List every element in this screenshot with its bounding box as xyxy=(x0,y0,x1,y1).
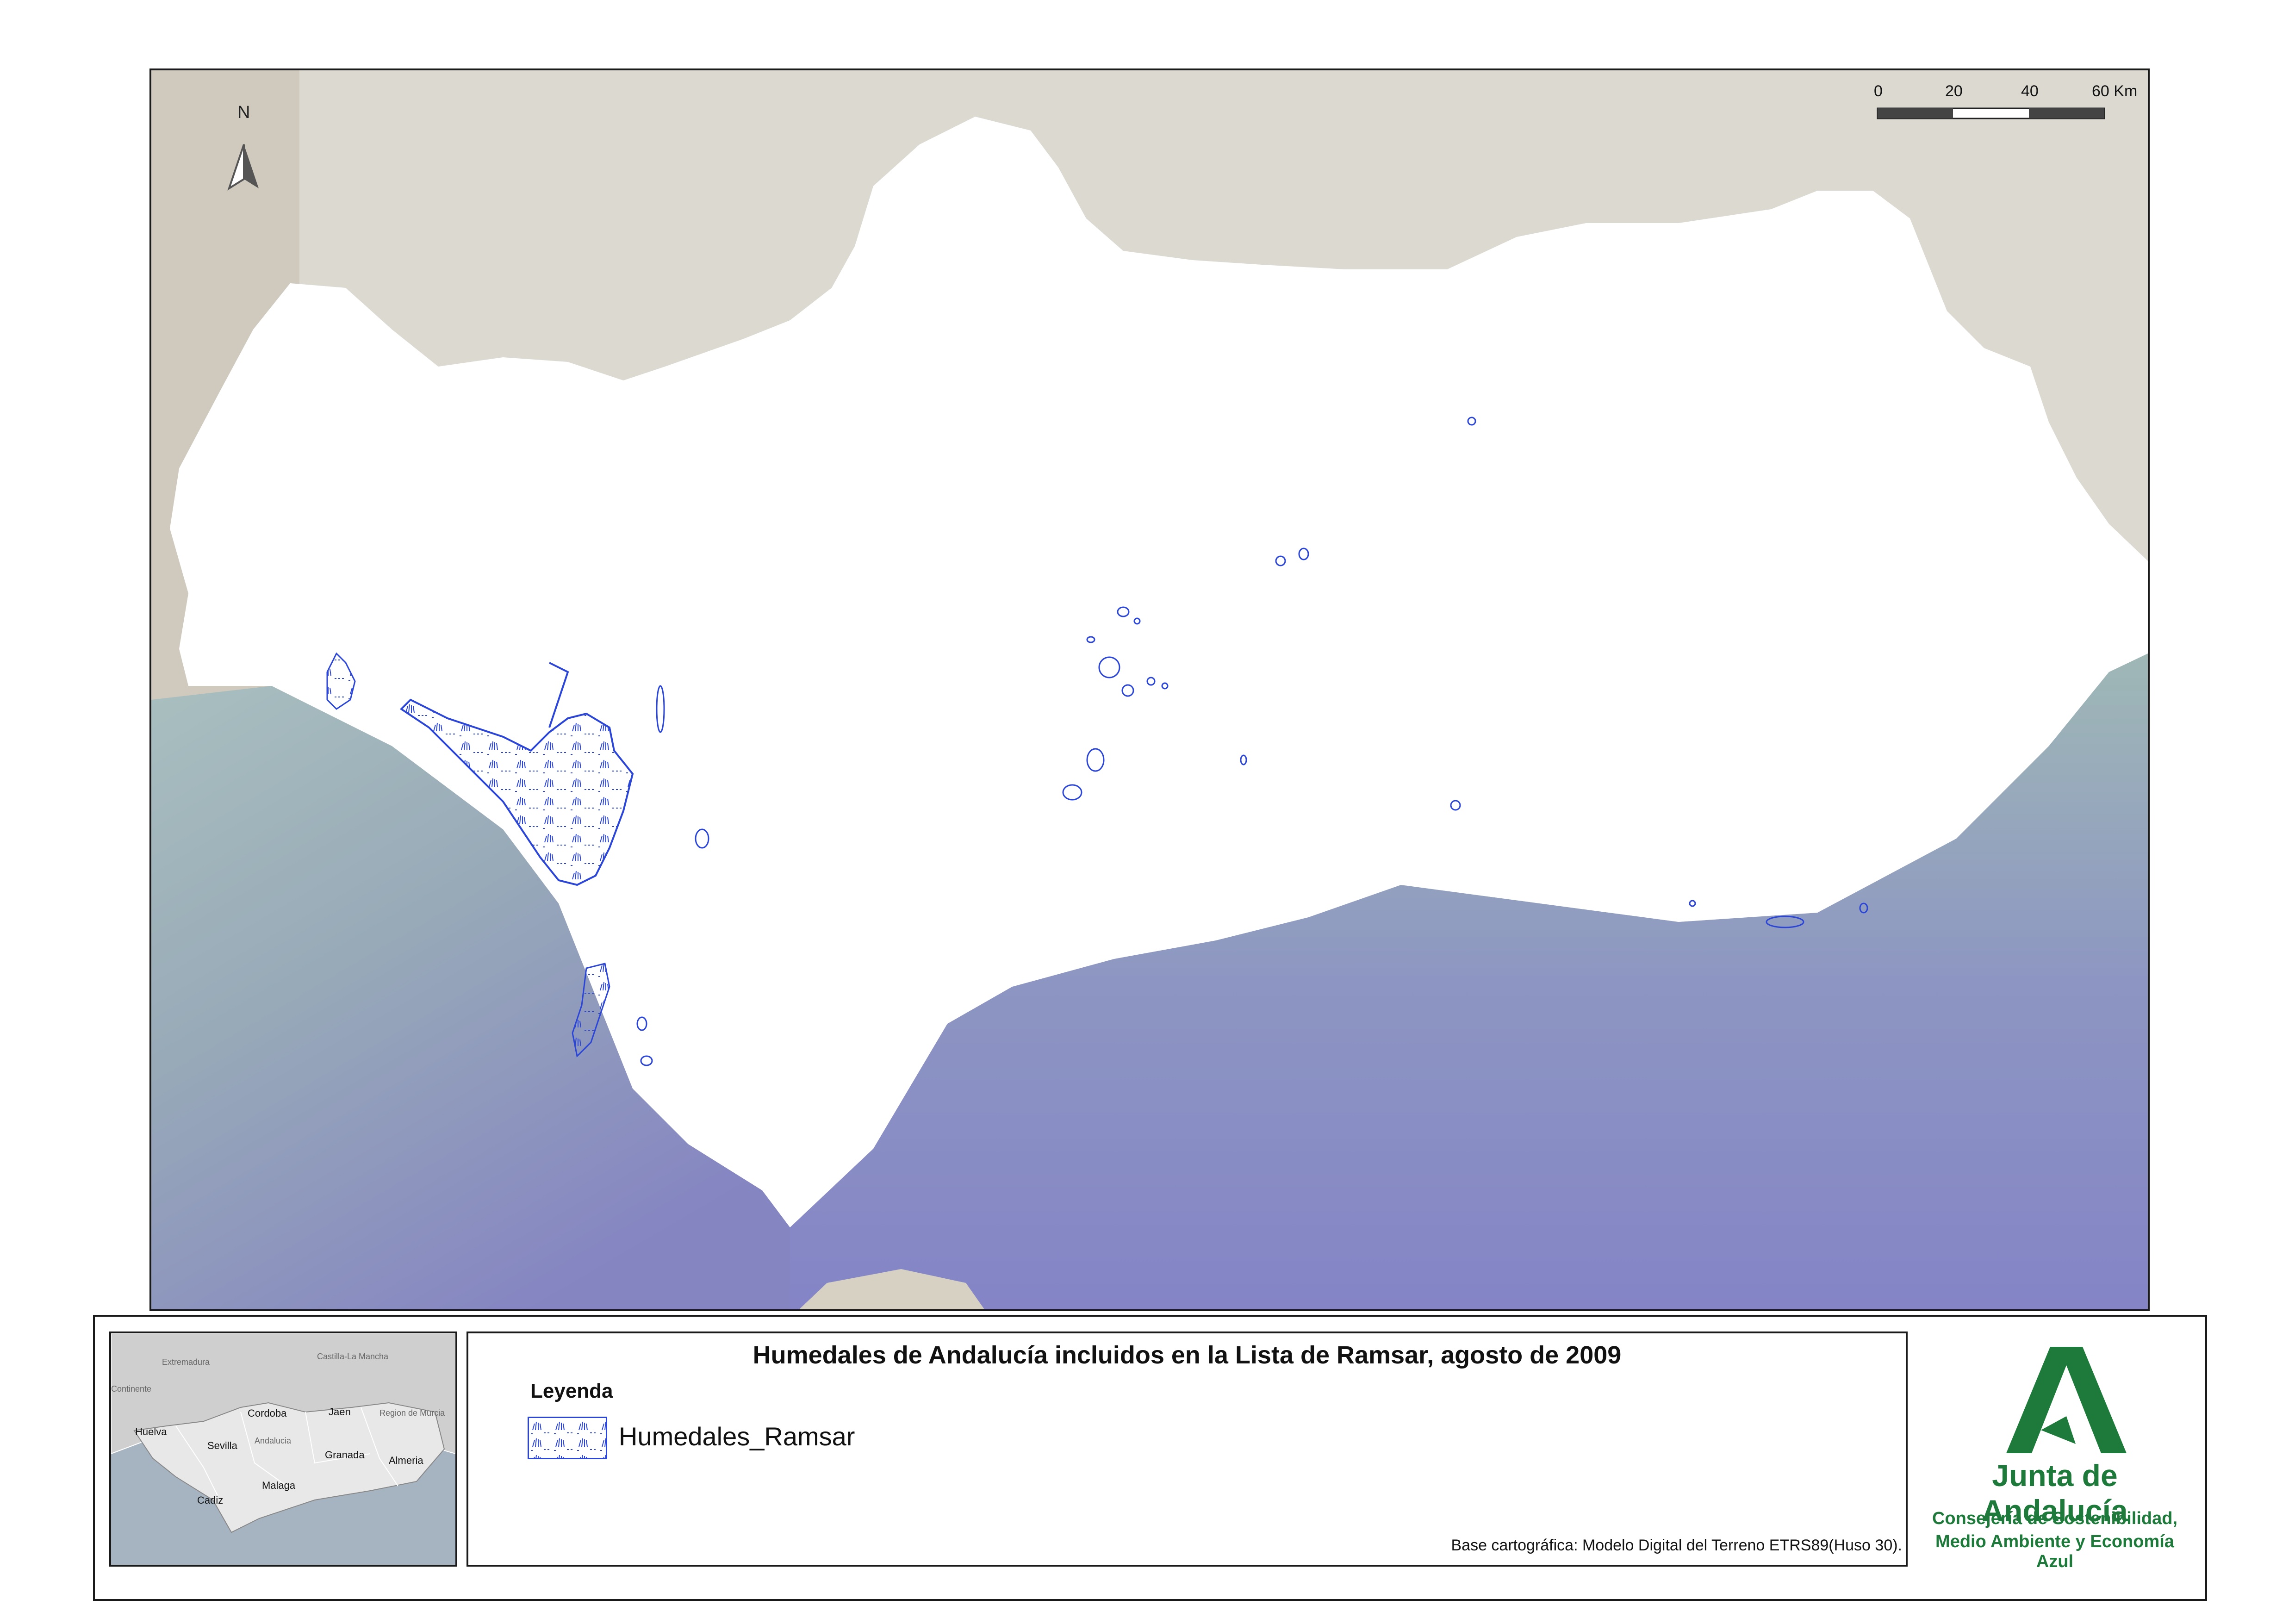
inset-label-sevilla: Sevilla xyxy=(207,1440,237,1451)
legend-label: Humedales_Ramsar xyxy=(619,1422,855,1451)
scale-label-60: 60 Km xyxy=(2092,82,2138,100)
inset-label-andalucia: Andalucia xyxy=(255,1436,292,1445)
wetland-legend-swatch-icon xyxy=(528,1417,607,1459)
inset-label-murcia: Region de Murcia xyxy=(379,1408,445,1418)
inset-label-continente: Continente xyxy=(111,1384,152,1394)
scale-label-40: 40 xyxy=(2021,82,2039,100)
map-title: Humedales de Andalucía incluidos en la L… xyxy=(753,1341,1622,1369)
junta-a-logo-icon xyxy=(2006,1347,2127,1453)
scale-label-20: 20 xyxy=(1945,82,1963,100)
inset-label-jaen: Jaen xyxy=(329,1406,351,1418)
scale-bar xyxy=(1877,107,2105,119)
map-frame[interactable]: N 0 20 40 60 Km xyxy=(149,68,2150,1311)
inset-label-almeria: Almeria xyxy=(389,1455,423,1466)
north-label: N xyxy=(237,103,250,122)
inset-label-granada: Granada xyxy=(325,1449,365,1461)
scale-label-0: 0 xyxy=(1874,82,1883,100)
legend-heading: Leyenda xyxy=(530,1380,613,1402)
logo-department-line1: Consejería de Sostenibilidad, xyxy=(1932,1509,2177,1528)
inset-label-malaga: Malaga xyxy=(262,1480,296,1491)
base-cartography-note: Base cartográfica: Modelo Digital del Te… xyxy=(1451,1537,1902,1554)
map-canvas[interactable] xyxy=(151,70,2148,1309)
inset-label-castilla: Castilla-La Mancha xyxy=(317,1352,389,1361)
inset-label-cadiz: Cadiz xyxy=(197,1494,224,1506)
inset-label-cordoba: Cordoba xyxy=(248,1407,287,1419)
logo-department-line2: Medio Ambiente y Economía Azul xyxy=(1935,1532,2174,1571)
junta-logo: Junta de Andalucía Consejería de Sosteni… xyxy=(1921,1333,2189,1571)
inset-label-extremadura: Extremadura xyxy=(162,1357,210,1367)
inset-map[interactable]: Extremadura Castilla-La Mancha Continent… xyxy=(109,1332,457,1567)
title-legend-box: Humedales de Andalucía incluidos en la L… xyxy=(466,1332,1908,1567)
inset-label-huelva: Huelva xyxy=(135,1426,167,1437)
inset-map-canvas xyxy=(111,1333,455,1565)
